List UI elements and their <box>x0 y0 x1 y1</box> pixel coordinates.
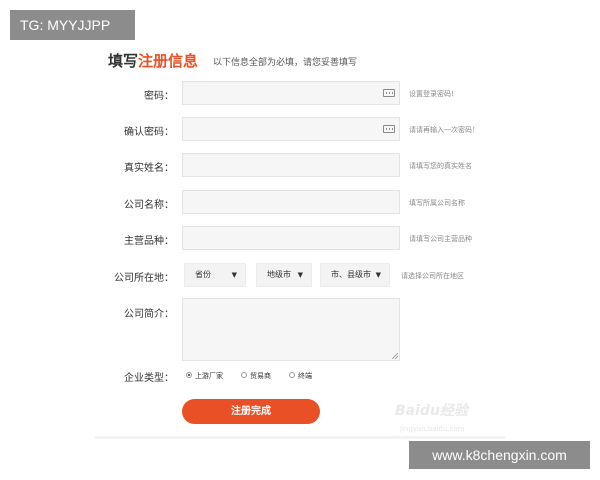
keyboard-icon[interactable] <box>383 125 395 133</box>
province-select-value: 省份 <box>195 270 211 279</box>
password-hint: 设置登录密码! <box>409 90 454 98</box>
company-intro-label: 公司简介： <box>124 309 174 320</box>
real-name-label: 真实姓名： <box>124 163 174 174</box>
chevron-down-icon: ▼ <box>297 271 303 279</box>
company-name-hint: 填写所属公司名称 <box>409 199 465 207</box>
site-tag: www.k8chengxin.com <box>409 441 590 469</box>
radio-unchecked-icon[interactable] <box>289 372 295 378</box>
radio-option-upstream[interactable]: 上游厂家 <box>186 371 223 381</box>
radio-checked-icon[interactable] <box>186 372 192 378</box>
county-select[interactable]: 市、县级市 ▼ <box>320 263 390 287</box>
confirm-password-field[interactable] <box>182 117 400 141</box>
chevron-down-icon: ▼ <box>375 271 381 279</box>
chevron-down-icon: ▼ <box>231 271 237 279</box>
main-products-field[interactable] <box>182 226 400 250</box>
radio-option-terminal[interactable]: 终端 <box>289 371 312 381</box>
page-title: 填写注册信息 <box>108 50 198 71</box>
company-intro-textarea[interactable] <box>182 298 400 361</box>
page-subtitle: 以下信息全部为必填，请您妥善填写 <box>213 58 358 68</box>
keyboard-icon[interactable] <box>383 89 395 97</box>
radio-option-label: 贸易商 <box>250 372 271 380</box>
real-name-hint: 请填写您的真实姓名 <box>409 162 472 170</box>
page-title-accent: 注册信息 <box>138 52 199 70</box>
password-field[interactable] <box>182 81 400 105</box>
company-location-hint: 请选择公司所在地区 <box>401 272 464 280</box>
city-select-value: 地级市 <box>267 270 291 279</box>
county-select-value: 市、县级市 <box>331 270 371 279</box>
radio-option-label: 终端 <box>298 372 312 380</box>
password-label: 密码： <box>144 91 174 102</box>
baidu-jingyan-watermark: Baidu经验 <box>395 403 468 419</box>
footer-divider <box>95 436 505 439</box>
watermark-url: jingyan.baidu.com <box>400 425 465 433</box>
overlay-tag: TG: MYYJJPP <box>10 10 135 40</box>
company-location-label: 公司所在地： <box>114 273 174 284</box>
confirm-password-label: 确认密码： <box>124 127 174 138</box>
main-products-hint: 请填写公司主营品种 <box>409 235 472 243</box>
page-title-prefix: 填写 <box>108 52 139 70</box>
province-select[interactable]: 省份 ▼ <box>184 263 246 287</box>
company-name-label: 公司名称： <box>124 200 174 211</box>
radio-unchecked-icon[interactable] <box>241 372 247 378</box>
radio-option-label: 上游厂家 <box>195 372 223 380</box>
city-select[interactable]: 地级市 ▼ <box>256 263 312 287</box>
real-name-field[interactable] <box>182 153 400 177</box>
company-name-field[interactable] <box>182 190 400 214</box>
radio-option-trader[interactable]: 贸易商 <box>241 371 271 381</box>
company-type-label: 企业类型： <box>124 373 174 384</box>
confirm-password-hint: 请请再输入一次密码！ <box>409 126 479 134</box>
register-complete-button[interactable]: 注册完成 <box>182 399 320 424</box>
main-products-label: 主营品种： <box>124 236 174 247</box>
resize-grip-icon[interactable] <box>392 353 398 359</box>
